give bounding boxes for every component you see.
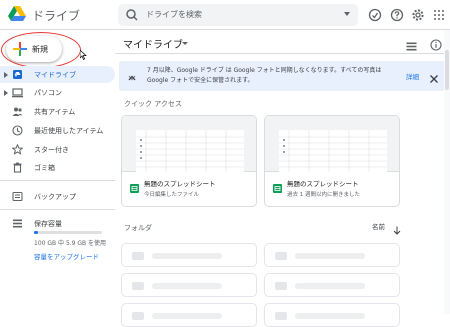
sidebar-item-starred[interactable]: スター付き [0,141,115,158]
settings-icon[interactable] [411,8,425,22]
folder-icon [275,252,287,260]
sidebar-item-label: マイドライブ [34,71,76,79]
quick-access-heading: クイック アクセス [124,100,182,108]
sidebar-item-label: バックアップ [34,193,76,201]
sidebar-item-label: 最近使用したアイテム [34,127,104,135]
folder-item[interactable] [121,273,257,297]
sidebar-item-backup[interactable]: バックアップ [0,188,115,205]
quick-access-card[interactable]: 無題のスプレッドシート 今日編集したファイル [121,115,257,207]
arrow-down-icon[interactable] [393,220,401,235]
scrollbar-thumb[interactable] [445,50,449,90]
sidebar-item-shared[interactable]: 共有アイテム [0,103,115,120]
photos-sync-banner: 7 月以降、Google ドライブ は Google フォトと同期しなくなります… [119,61,446,91]
search-bar[interactable]: ドライブを検索 [118,4,358,26]
sidebar-item-label: パソコン [34,89,62,97]
sidebar-item-label: スター付き [34,146,69,154]
file-name: 無題のスプレッドシート [287,180,359,188]
sidebar-item-label: ゴミ箱 [34,164,55,172]
folder-icon [275,312,287,320]
highlight-annotation [1,32,81,68]
search-options-icon[interactable] [344,12,350,16]
close-icon[interactable] [429,69,439,83]
folder-icon [275,282,287,290]
banner-message: 7 月以降、Google ドライブ は Google フォトと同期しなくなります… [147,67,382,84]
spreadsheet-preview [279,130,387,172]
trash-icon [12,162,23,173]
help-icon[interactable] [390,8,404,22]
file-thumbnail [122,116,256,172]
search-input[interactable]: ドライブを検索 [146,9,202,20]
storage-usage-fill [34,231,38,234]
file-thumbnail [265,116,399,172]
folder-item[interactable] [264,243,400,267]
folder-item[interactable] [264,303,400,327]
sidebar: 新規 マイドライブ パソコン 共有アイテム 最近使用したアイテム スター付き ゴ… [0,30,115,314]
upgrade-storage-link[interactable]: 容量をアップグレード [34,251,99,261]
expand-caret-icon[interactable] [4,72,8,78]
page-title[interactable]: マイドライブ [123,36,183,51]
vertical-scrollbar[interactable] [444,30,450,314]
storage-usage-bar [34,231,102,234]
folder-item[interactable] [264,273,400,297]
top-header: ドライブ ドライブを検索 [0,0,450,30]
sidebar-item-label: 保存容量 [34,220,62,228]
folder-icon [132,252,144,260]
sidebar-item-recent[interactable]: 最近使用したアイテム [0,122,115,139]
header-divider [115,53,450,54]
folder-icon [132,312,144,320]
sidebar-divider [0,209,115,210]
file-subtitle: 今日編集したファイル [144,192,200,198]
shared-icon [12,106,23,117]
drive-logo-icon[interactable] [8,6,26,23]
folder-name-blurred [152,253,222,259]
banner-details-link[interactable]: 詳細 [406,71,419,81]
offline-status-icon[interactable] [368,8,382,22]
sidebar-divider [0,180,115,181]
sheets-file-icon [130,178,139,193]
quick-access-card[interactable]: 無題のスプレッドシート 過去 1 週間以内に開きました [264,115,400,207]
sort-by-name-button[interactable]: 名前 [372,221,385,231]
folder-item[interactable] [121,303,257,327]
info-icon[interactable] [430,36,442,51]
folder-icon [132,282,144,290]
folder-name-blurred [295,253,365,259]
star-icon [12,144,23,155]
mouse-cursor-icon [79,45,87,60]
folders-heading: フォルダ [124,224,152,232]
main-content: マイドライブ 7 月以降、Google ドライブ は Google フォトと同期… [115,30,450,327]
apps-grid-icon[interactable] [432,8,446,22]
chevron-down-icon[interactable] [182,42,188,45]
expand-caret-icon[interactable] [4,90,8,96]
storage-icon [12,218,23,229]
list-view-icon[interactable] [406,37,417,51]
file-subtitle: 過去 1 週間以内に開きました [287,192,360,198]
sidebar-item-my-drive[interactable]: マイドライブ [0,66,115,83]
file-name: 無題のスプレッドシート [144,180,216,188]
folder-item[interactable] [121,243,257,267]
folder-name-blurred [152,283,222,289]
spreadsheet-preview [136,130,244,172]
sync-icon [126,69,138,81]
my-drive-icon [12,69,23,80]
backup-icon [12,191,23,202]
sidebar-item-label: 共有アイテム [34,108,76,116]
folder-name-blurred [295,283,365,289]
sidebar-item-computers[interactable]: パソコン [0,84,115,101]
app-title: ドライブ [32,9,81,23]
recent-icon [12,125,23,136]
sidebar-item-trash[interactable]: ゴミ箱 [0,159,115,176]
storage-usage-text: 100 GB 中 5.9 GB を使用 [34,240,107,247]
computer-icon [12,87,23,98]
search-icon[interactable] [124,7,140,23]
sidebar-item-storage[interactable]: 保存容量 [0,215,115,232]
sheets-file-icon [273,178,282,193]
